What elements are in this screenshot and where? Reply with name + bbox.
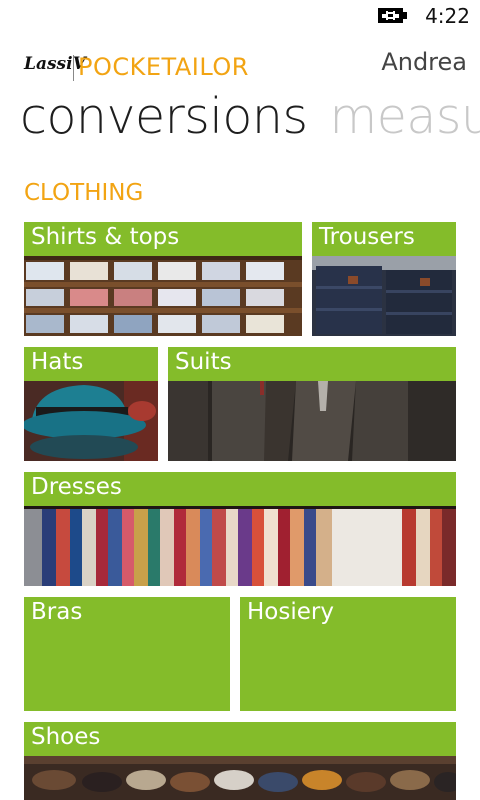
battery-charging-icon <box>378 7 408 24</box>
pivot-item-conversions[interactable]: conversions <box>20 88 308 145</box>
shirts-photo <box>24 256 302 336</box>
tile-label: Shoes <box>31 724 101 750</box>
status-bar: 4:22 <box>0 0 480 32</box>
tile-shirts-tops[interactable]: Shirts & tops <box>24 222 302 336</box>
tile-dresses[interactable]: Dresses <box>24 472 456 586</box>
pivot-header: conversions measu <box>20 88 480 145</box>
tile-label: Hats <box>31 349 84 375</box>
tile-label: Trousers <box>319 224 415 250</box>
tile-hats[interactable]: Hats <box>24 347 158 461</box>
tile-label: Bras <box>31 599 83 625</box>
tile-label: Hosiery <box>247 599 334 625</box>
logo-divider <box>73 55 74 81</box>
user-name[interactable]: Andrea <box>381 48 467 76</box>
tile-bras[interactable]: Bras <box>24 597 230 711</box>
hats-photo <box>24 381 158 461</box>
app-name: POCKETAILOR <box>78 53 249 81</box>
pivot-item-measurements[interactable]: measu <box>329 88 480 145</box>
shoes-photo <box>24 756 456 800</box>
section-title: CLOTHING <box>24 180 144 206</box>
tile-suits[interactable]: Suits <box>168 347 456 461</box>
tile-label: Suits <box>175 349 232 375</box>
tile-label: Shirts & tops <box>31 224 180 250</box>
tile-trousers[interactable]: Trousers <box>312 222 456 336</box>
suits-photo <box>168 381 456 461</box>
tile-hosiery[interactable]: Hosiery <box>240 597 456 711</box>
app-logo: LassiV <box>24 54 86 74</box>
clock: 4:22 <box>425 4 470 28</box>
trousers-photo <box>312 256 456 336</box>
tile-shoes[interactable]: Shoes <box>24 722 456 800</box>
tile-label: Dresses <box>31 474 122 500</box>
dresses-photo <box>24 506 456 586</box>
